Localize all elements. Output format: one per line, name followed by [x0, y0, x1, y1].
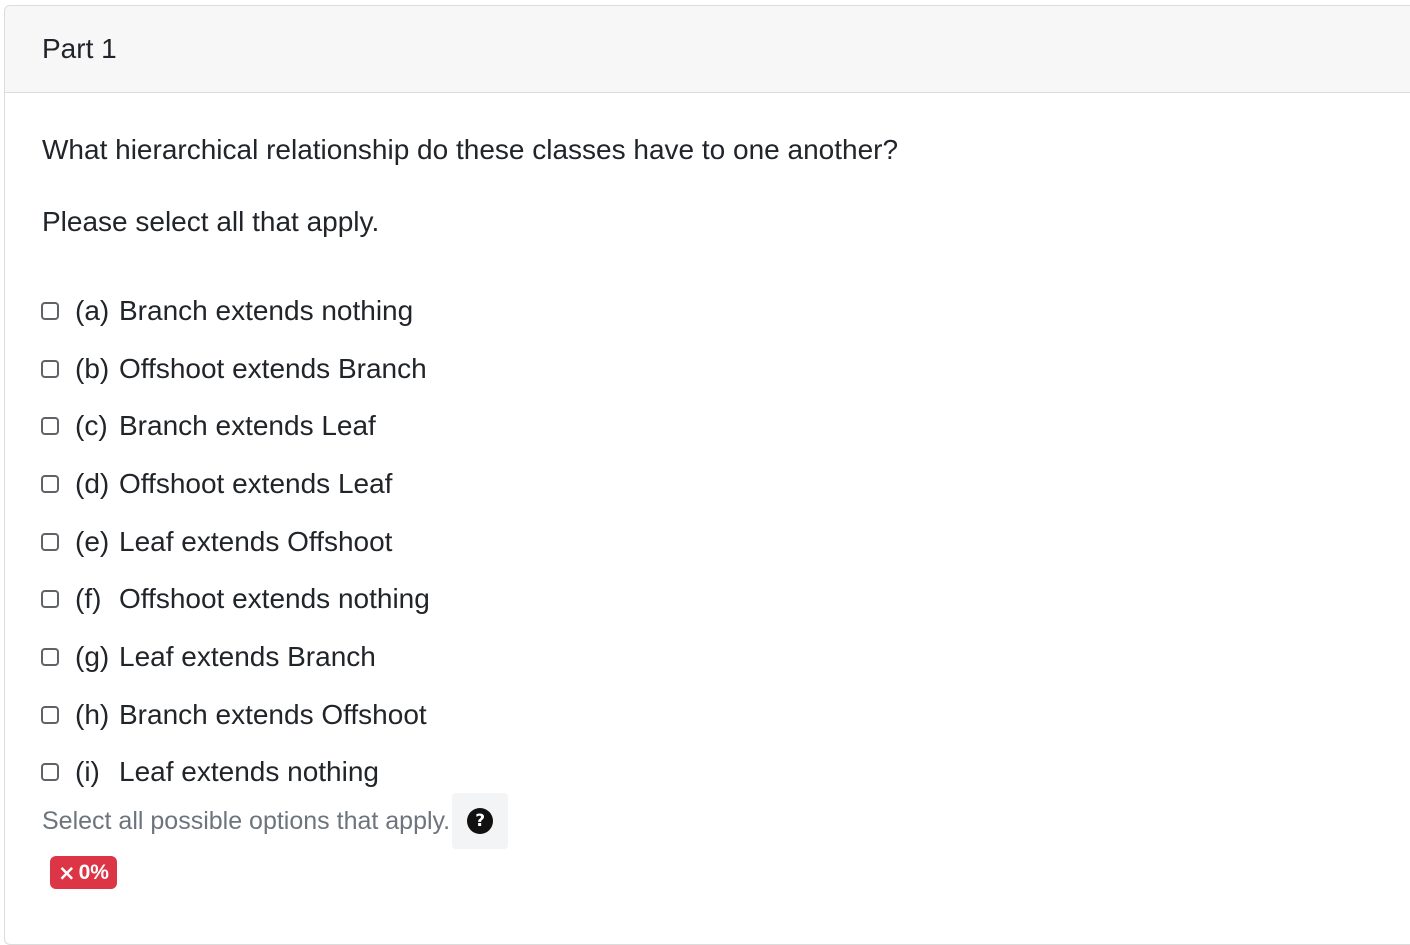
instruction-text: Please select all that apply.: [42, 206, 380, 237]
option-key: (b): [75, 352, 110, 384]
option-label: Offshoot extends Leaf: [119, 467, 393, 499]
checkbox[interactable]: [41, 301, 59, 320]
checkbox[interactable]: [41, 590, 59, 609]
option-key: (i): [75, 756, 100, 788]
question-text: What hierarchical relationship do these …: [42, 134, 899, 165]
hint-row: Select all possible options that apply. …: [42, 793, 509, 849]
option-label: Branch extends nothing: [119, 294, 414, 326]
option-label: Branch extends Leaf: [119, 410, 376, 442]
checkbox[interactable]: [41, 705, 59, 724]
x-icon: ×: [58, 860, 76, 885]
card-header: Part 1: [5, 6, 1410, 93]
option-b[interactable]: (b) Offshoot extends Branch: [41, 340, 430, 398]
option-key: (e): [75, 525, 110, 557]
hint-text: Select all possible options that apply.: [42, 806, 451, 835]
score-badge: × 0%: [50, 856, 117, 889]
question-circle-icon: ?: [467, 808, 494, 834]
option-label: Leaf extends Offshoot: [119, 525, 393, 557]
checkbox[interactable]: [41, 474, 59, 493]
options-list: (a) Branch extends nothing (b) Offshoot …: [41, 282, 430, 801]
option-key: (a): [75, 294, 110, 326]
option-g[interactable]: (g) Leaf extends Branch: [41, 628, 430, 686]
option-key: (g): [75, 640, 110, 672]
option-label: Offshoot extends nothing: [119, 583, 430, 615]
question-card: Part 1 What hierarchical relationship do…: [4, 5, 1410, 945]
option-key: (d): [75, 467, 110, 499]
option-e[interactable]: (e) Leaf extends Offshoot: [41, 513, 430, 571]
option-h[interactable]: (h) Branch extends Offshoot: [41, 686, 430, 744]
option-label: Offshoot extends Branch: [119, 352, 427, 384]
option-key: (f): [75, 583, 102, 615]
option-f[interactable]: (f) Offshoot extends nothing: [41, 570, 430, 628]
checkbox[interactable]: [41, 763, 59, 782]
option-label: Leaf extends Branch: [119, 640, 376, 672]
option-label: Branch extends Offshoot: [119, 698, 427, 730]
option-d[interactable]: (d) Offshoot extends Leaf: [41, 455, 430, 513]
option-c[interactable]: (c) Branch extends Leaf: [41, 397, 430, 455]
checkbox[interactable]: [41, 359, 59, 378]
option-label: Leaf extends nothing: [119, 756, 379, 788]
checkbox[interactable]: [41, 532, 59, 551]
help-button[interactable]: ?: [452, 793, 509, 849]
part-title: Part 1: [42, 33, 117, 64]
option-key: (h): [75, 698, 110, 730]
option-a[interactable]: (a) Branch extends nothing: [41, 282, 430, 340]
checkbox[interactable]: [41, 647, 59, 666]
option-key: (c): [75, 410, 108, 442]
score-value: 0%: [78, 860, 109, 884]
checkbox[interactable]: [41, 417, 59, 436]
